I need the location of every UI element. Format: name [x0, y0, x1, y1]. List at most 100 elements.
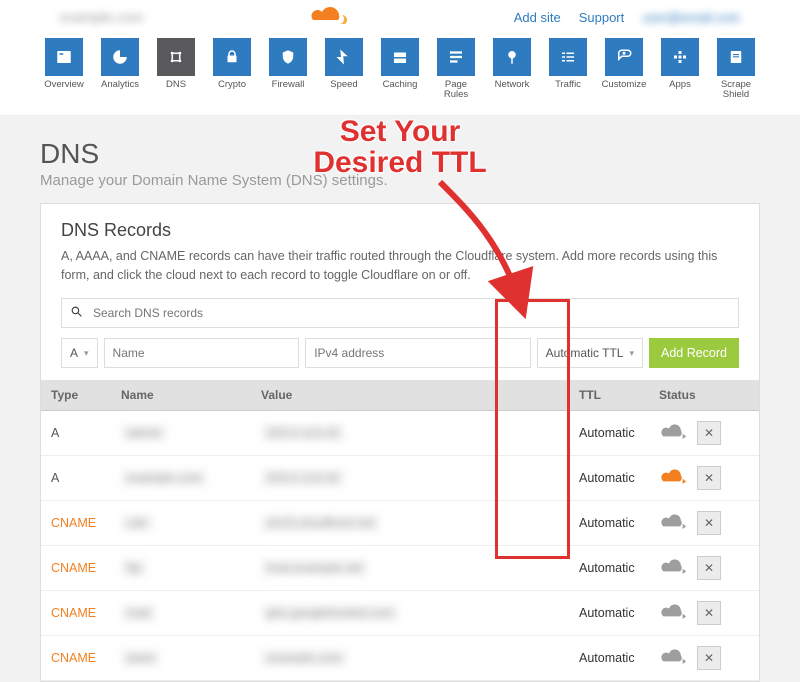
current-domain[interactable]: example.com: [60, 9, 143, 25]
proxy-toggle-cloud-icon[interactable]: [659, 513, 687, 534]
cell-ttl[interactable]: Automatic: [569, 411, 649, 456]
proxy-toggle-cloud-icon[interactable]: [659, 648, 687, 669]
proxy-toggle-cloud-icon[interactable]: [659, 468, 687, 489]
delete-record-button[interactable]: ✕: [697, 601, 721, 625]
nav-label: Network: [489, 80, 535, 90]
cell-status: ✕: [649, 456, 759, 501]
nav-label: Crypto: [209, 80, 255, 90]
cell-name[interactable]: mail: [111, 591, 251, 636]
page-title: DNS: [40, 138, 760, 170]
nav-dns[interactable]: DNS: [153, 38, 199, 101]
cell-name[interactable]: www: [111, 636, 251, 681]
cell-value[interactable]: host.example.net: [251, 546, 569, 591]
cell-value[interactable]: example.com: [251, 636, 569, 681]
record-name-field[interactable]: [104, 338, 300, 368]
pagerules-icon: [437, 38, 475, 76]
cloudflare-logo-icon: [309, 6, 349, 28]
nav-caching[interactable]: Caching: [377, 38, 423, 101]
nav-scrapeshield[interactable]: Scrape Shield: [713, 38, 759, 101]
cell-value[interactable]: 203.0.113.42: [251, 456, 569, 501]
cell-type[interactable]: CNAME: [41, 591, 111, 636]
cell-name[interactable]: admin: [111, 411, 251, 456]
network-icon: [493, 38, 531, 76]
cell-type[interactable]: CNAME: [41, 501, 111, 546]
cell-status: ✕: [649, 591, 759, 636]
delete-record-button[interactable]: ✕: [697, 421, 721, 445]
record-ttl-value: Automatic TTL: [546, 346, 624, 360]
support-link[interactable]: Support: [579, 10, 625, 25]
page-subtitle: Manage your Domain Name System (DNS) set…: [40, 172, 760, 189]
nav-customize[interactable]: Customize: [601, 38, 647, 101]
record-name-input[interactable]: [105, 346, 299, 360]
nav-label: Customize: [601, 80, 647, 90]
record-value-field[interactable]: [305, 338, 530, 368]
record-value-input[interactable]: [306, 346, 529, 360]
record-ttl-select[interactable]: Automatic TTL ▾: [537, 338, 643, 368]
cell-name[interactable]: example.com: [111, 456, 251, 501]
cell-ttl[interactable]: Automatic: [569, 591, 649, 636]
add-site-link[interactable]: Add site: [514, 10, 561, 25]
add-record-row: A ▾ Automatic TTL ▾ Add Record: [61, 338, 739, 368]
chevron-down-icon: ▾: [629, 348, 634, 359]
cell-ttl[interactable]: Automatic: [569, 546, 649, 591]
table-row: CNAMEftphost.example.netAutomatic ✕: [41, 546, 759, 591]
add-record-button[interactable]: Add Record: [649, 338, 739, 368]
cell-type[interactable]: CNAME: [41, 636, 111, 681]
cell-name[interactable]: cdn: [111, 501, 251, 546]
delete-record-button[interactable]: ✕: [697, 466, 721, 490]
chevron-down-icon: ▾: [84, 348, 89, 359]
overview-icon: [45, 38, 83, 76]
nav-label: Caching: [377, 80, 423, 90]
nav-label: Speed: [321, 80, 367, 90]
nav-network[interactable]: Network: [489, 38, 535, 101]
proxy-toggle-cloud-icon[interactable]: [659, 603, 687, 624]
account-email-link[interactable]: user@email.com: [642, 10, 740, 25]
search-box[interactable]: [61, 298, 739, 328]
cell-value[interactable]: d123.cloudfront.net: [251, 501, 569, 546]
nav-speed[interactable]: Speed: [321, 38, 367, 101]
nav-traffic[interactable]: Traffic: [545, 38, 591, 101]
col-name: Name: [111, 380, 251, 411]
caching-icon: [381, 38, 419, 76]
table-row: CNAMEcdnd123.cloudfront.netAutomatic ✕: [41, 501, 759, 546]
speed-icon: [325, 38, 363, 76]
search-input[interactable]: [91, 305, 730, 321]
table-row: CNAMEwwwexample.comAutomatic ✕: [41, 636, 759, 681]
nav-label: DNS: [153, 80, 199, 90]
proxy-toggle-cloud-icon[interactable]: [659, 423, 687, 444]
panel-heading: DNS Records: [61, 220, 739, 241]
cell-status: ✕: [649, 501, 759, 546]
col-status: Status: [649, 380, 759, 411]
proxy-toggle-cloud-icon[interactable]: [659, 558, 687, 579]
cell-ttl[interactable]: Automatic: [569, 636, 649, 681]
nav-label: Overview: [41, 80, 87, 90]
delete-record-button[interactable]: ✕: [697, 646, 721, 670]
cell-ttl[interactable]: Automatic: [569, 501, 649, 546]
nav-analytics[interactable]: Analytics: [97, 38, 143, 101]
cell-type[interactable]: CNAME: [41, 546, 111, 591]
delete-record-button[interactable]: ✕: [697, 511, 721, 535]
nav-overview[interactable]: Overview: [41, 38, 87, 101]
delete-record-button[interactable]: ✕: [697, 556, 721, 580]
cell-ttl[interactable]: Automatic: [569, 456, 649, 501]
cell-type[interactable]: A: [41, 411, 111, 456]
cell-type[interactable]: A: [41, 456, 111, 501]
cell-name[interactable]: ftp: [111, 546, 251, 591]
nav-label: Traffic: [545, 80, 591, 90]
nav-label: Page Rules: [433, 80, 479, 101]
table-row: Aexample.com203.0.113.42Automatic ✕: [41, 456, 759, 501]
scrapeshield-icon: [717, 38, 755, 76]
record-type-select[interactable]: A ▾: [61, 338, 98, 368]
nav-apps[interactable]: Apps: [657, 38, 703, 101]
nav-firewall[interactable]: Firewall: [265, 38, 311, 101]
page-body: DNS Manage your Domain Name System (DNS)…: [0, 116, 800, 682]
table-row: Aadmin203.0.113.42Automatic ✕: [41, 411, 759, 456]
crypto-icon: [213, 38, 251, 76]
search-icon: [70, 305, 83, 321]
nav-label: Scrape Shield: [713, 80, 759, 101]
nav-pagerules[interactable]: Page Rules: [433, 38, 479, 101]
cell-value[interactable]: 203.0.113.42: [251, 411, 569, 456]
nav-crypto[interactable]: Crypto: [209, 38, 255, 101]
cell-value[interactable]: ghs.googlehosted.com: [251, 591, 569, 636]
main-nav: Overview Analytics DNS Crypto Firewall Speed C…: [0, 38, 800, 116]
